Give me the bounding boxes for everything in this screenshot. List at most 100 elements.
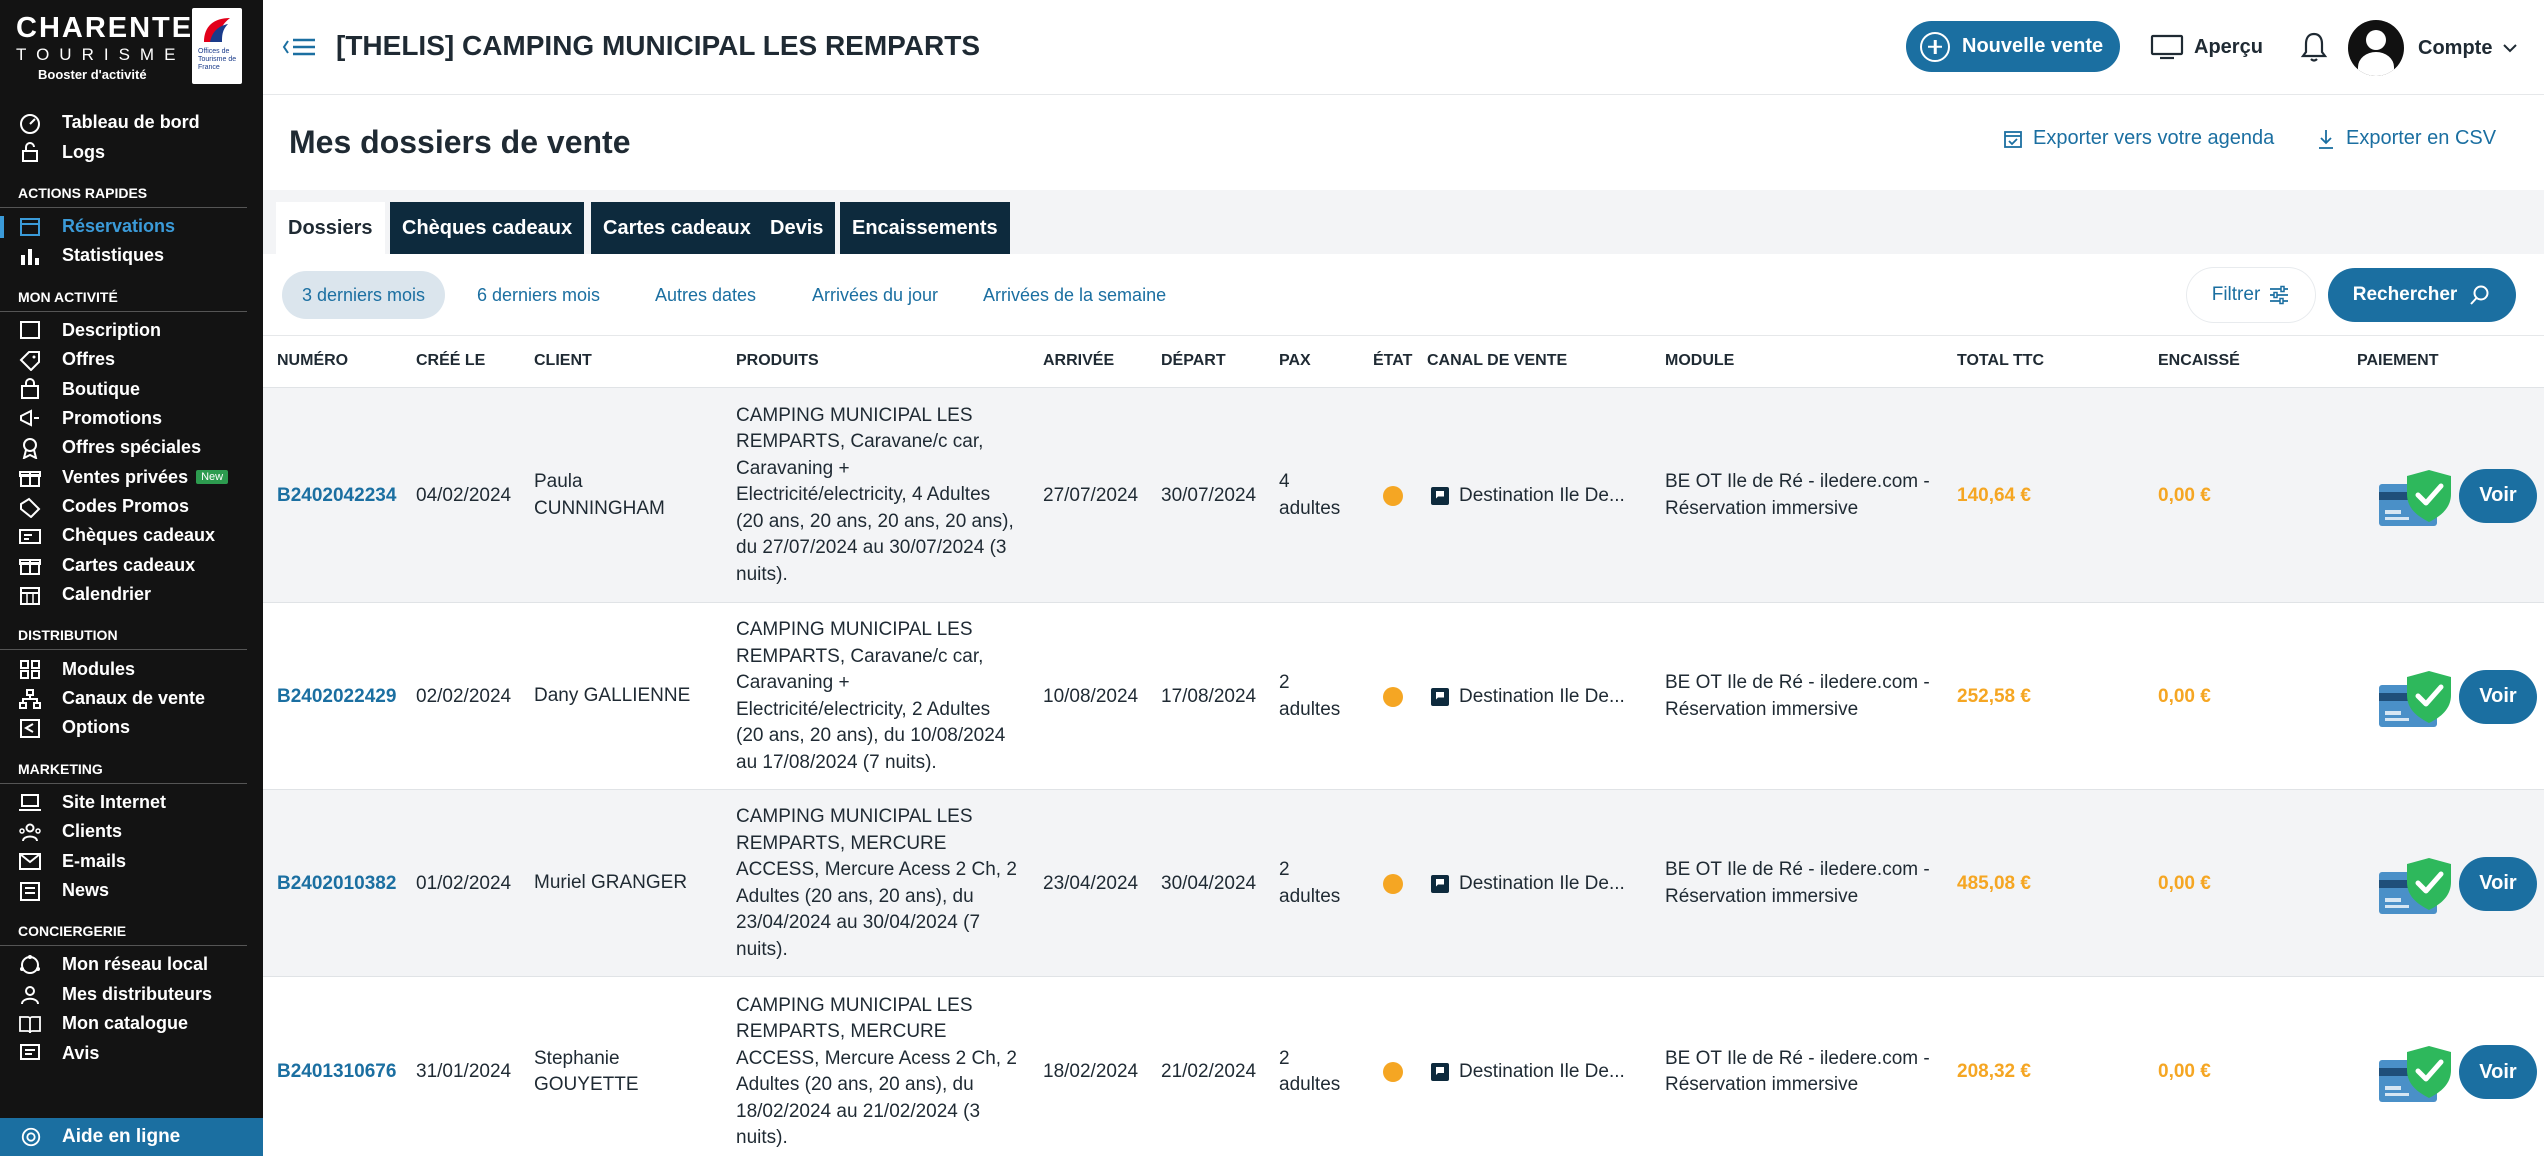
sidebar-item-icon-wrap (18, 349, 44, 372)
column-header[interactable]: PAIEMENT (2357, 352, 2438, 370)
column-header[interactable]: DÉPART (1161, 352, 1226, 370)
sidebar-item-calendrier[interactable]: Calendrier (0, 580, 263, 609)
order-number-link[interactable]: B2401310676 (277, 1059, 396, 1086)
book-icon (19, 1015, 41, 1033)
sidebar-item-boutique[interactable]: Boutique (0, 374, 263, 403)
sidebar-item-mon-réseau-local[interactable]: Mon réseau local (0, 950, 263, 979)
period-filter[interactable]: Arrivées de la semaine (963, 271, 1186, 319)
sidebar-item-options[interactable]: Options (0, 713, 263, 742)
sidebar-item-label: Statistiques (62, 245, 165, 266)
column-header[interactable]: PRODUITS (736, 352, 819, 370)
new-sale-button[interactable]: Nouvelle vente (1906, 21, 2120, 72)
column-header[interactable]: CLIENT (534, 352, 592, 370)
sidebar-item-label: E-mails (62, 850, 127, 871)
sidebar-item-mes-distributeurs[interactable]: Mes distributeurs (0, 980, 263, 1009)
tab-cartes-cadeaux[interactable]: Cartes cadeaux (591, 202, 763, 254)
sidebar-item-cartes-cadeaux[interactable]: Cartes cadeaux (0, 551, 263, 580)
column-header[interactable]: CRÉÉ LE (416, 352, 485, 370)
tab-dossiers[interactable]: Dossiers (276, 202, 385, 254)
preview-button[interactable]: Aperçu (2150, 33, 2263, 61)
sidebar-item-offres-spéciales[interactable]: Offres spéciales (0, 433, 263, 462)
sidebar-item-e-mails[interactable]: E-mails (0, 846, 263, 875)
period-filter[interactable]: Arrivées du jour (792, 271, 958, 319)
text-line: Réservation immersive (1665, 698, 1859, 720)
text-line: CAMPING MUNICIPAL LES (736, 404, 973, 426)
sidebar-item-codes-promos[interactable]: Codes Promos (0, 492, 263, 521)
sidebar-item-news[interactable]: News (0, 876, 263, 905)
users-icon (19, 823, 41, 841)
period-filter[interactable]: 3 derniers mois (282, 271, 446, 319)
export-csv-link[interactable]: Exporter en CSV (2316, 127, 2496, 150)
tab-encaissements[interactable]: Encaissements (840, 202, 1010, 254)
sidebar-item-statistiques[interactable]: Statistiques (0, 241, 263, 270)
text-line: nuits). (736, 1127, 788, 1148)
tab-chèques-cadeaux[interactable]: Chèques cadeaux (390, 202, 585, 254)
view-button[interactable]: Voir (2459, 468, 2537, 523)
account-menu[interactable]: Compte (2348, 20, 2518, 76)
sidebar-item-canaux-de-vente[interactable]: Canaux de vente (0, 684, 263, 713)
sidebar-item-icon-wrap (18, 717, 44, 739)
ot-mark-icon (204, 18, 230, 42)
calendar-icon (20, 218, 40, 237)
sidebar-item-réservations[interactable]: Réservations (0, 212, 263, 241)
column-header[interactable]: PAX (1279, 352, 1311, 370)
view-button[interactable]: Voir (2459, 1045, 2537, 1099)
voucher-icon (19, 528, 41, 544)
sidebar-item-label: Mon catalogue (62, 1013, 189, 1034)
filter-button[interactable]: Filtrer (2187, 268, 2315, 322)
help-online-button[interactable]: Aide en ligne (0, 1118, 263, 1156)
sidebar-item-site-internet[interactable]: Site Internet (0, 788, 263, 817)
secure-payment-icon (2379, 469, 2451, 526)
arrival-date: 10/08/2024 (1043, 685, 1139, 707)
column-header[interactable]: ARRIVÉE (1043, 352, 1114, 370)
order-number-link[interactable]: B2402010382 (277, 871, 396, 898)
sidebar-item-promotions[interactable]: Promotions (0, 404, 263, 433)
column-header[interactable]: MODULE (1665, 352, 1734, 370)
column-header[interactable]: ÉTAT (1373, 352, 1412, 370)
view-button[interactable]: Voir (2459, 856, 2537, 911)
order-number-link[interactable]: B2402042234 (277, 483, 396, 510)
sidebar-item-description[interactable]: Description (0, 316, 263, 345)
brand-logo[interactable]: CHARENTES TOURISME Booster d'activité Of… (16, 8, 246, 90)
order-number-link[interactable]: B2402022429 (277, 684, 396, 711)
text-line: adultes (1279, 885, 1341, 907)
laptop-icon (19, 794, 41, 812)
column-header[interactable]: NUMÉRO (277, 352, 348, 370)
tab-devis[interactable]: Devis (758, 202, 836, 254)
sidebar-item-icon-wrap (18, 1042, 44, 1064)
sidebar-item-tableau-de-bord[interactable]: Tableau de bord (0, 108, 263, 137)
sidebar-item-offres[interactable]: Offres (0, 345, 263, 374)
search-button[interactable]: Rechercher (2328, 268, 2516, 322)
sidebar-item-ventes-privées[interactable]: Ventes privées New (0, 463, 263, 492)
period-filter[interactable]: Autres dates (635, 271, 776, 319)
menu-toggle-icon[interactable] (281, 32, 321, 62)
sidebar-item-icon-wrap (18, 791, 44, 813)
notification-bell-icon[interactable] (2299, 30, 2329, 64)
sidebar: CHARENTES TOURISME Booster d'activité Of… (0, 0, 263, 1156)
sidebar-item-icon-wrap (18, 983, 44, 1005)
sidebar-item-label: Cartes cadeaux (62, 554, 196, 575)
sidebar-item-mon-catalogue[interactable]: Mon catalogue (0, 1009, 263, 1038)
sidebar-item-clients[interactable]: Clients (0, 817, 263, 846)
bar-chart-icon (21, 248, 39, 265)
text-line: 18/02/2024 au 21/02/2024 (3 (736, 1100, 981, 1122)
gift-icon (19, 471, 41, 488)
calendar-grid-icon (20, 586, 40, 605)
mail-icon (19, 853, 41, 871)
sales-channel-icon (1431, 486, 1449, 505)
sidebar-item-label: Offres spéciales (62, 437, 202, 458)
column-header[interactable]: ENCAISSÉ (2158, 352, 2240, 370)
column-header[interactable]: CANAL DE VENTE (1427, 352, 1567, 370)
sidebar-item-icon-wrap (18, 880, 44, 902)
sidebar-item-avis[interactable]: Avis (0, 1038, 263, 1067)
text-line: du 27/07/2024 au 30/07/2024 (3 (736, 537, 1007, 559)
period-filter[interactable]: 6 derniers mois (457, 271, 620, 319)
view-button[interactable]: Voir (2459, 669, 2537, 724)
sidebar-item-logs[interactable]: Logs (0, 137, 263, 166)
export-agenda-link[interactable]: Exporter vers votre agenda (2003, 127, 2274, 150)
text-line: nuits). (736, 563, 788, 585)
lock-icon (22, 142, 38, 163)
sidebar-item-chèques-cadeaux[interactable]: Chèques cadeaux (0, 521, 263, 550)
sidebar-item-modules[interactable]: Modules (0, 654, 263, 683)
column-header[interactable]: TOTAL TTC (1957, 352, 2044, 370)
